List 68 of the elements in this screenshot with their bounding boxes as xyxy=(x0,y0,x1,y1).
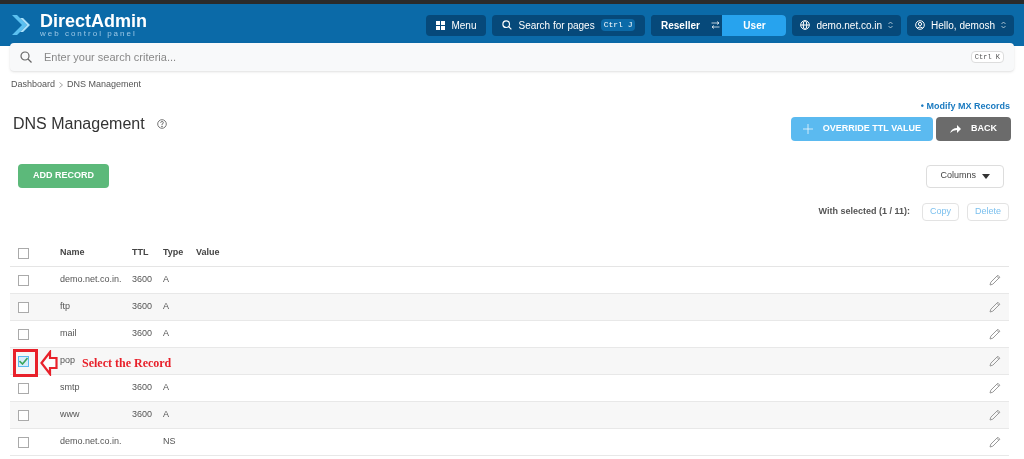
table-cell: pop xyxy=(60,355,76,366)
table-cell: 3600 xyxy=(132,301,153,312)
plus-icon xyxy=(802,124,813,134)
columns-button[interactable]: Columns xyxy=(926,164,1004,188)
search-icon xyxy=(502,20,513,30)
table-cell: demo.net.co.in. xyxy=(60,274,122,285)
table-cell: 3600 xyxy=(132,328,153,339)
table-cell: A xyxy=(163,409,169,420)
table-cell: smtp xyxy=(60,382,80,393)
annotation-text: Select the Record xyxy=(82,355,172,372)
table-cell: 3600 xyxy=(132,382,153,393)
logo-subtitle: web control panel xyxy=(40,30,138,38)
chevron-icon xyxy=(59,81,64,88)
user-icon xyxy=(915,20,926,30)
arrow-icon xyxy=(40,350,58,376)
table-cell: www xyxy=(60,409,80,420)
table-cell: 3600 xyxy=(132,409,153,420)
globe-icon xyxy=(800,20,811,30)
pencil-icon[interactable] xyxy=(989,382,1001,394)
pencil-icon[interactable] xyxy=(989,328,1001,340)
grid-icon xyxy=(436,20,446,30)
row-checkbox[interactable] xyxy=(18,247,29,259)
row-checkbox[interactable] xyxy=(18,355,29,367)
table-cell: NS xyxy=(163,436,176,447)
search-input[interactable]: Enter your search criteria... xyxy=(44,48,959,66)
column-header: Type xyxy=(163,246,185,260)
search-icon xyxy=(20,51,32,63)
table-cell: A xyxy=(163,382,169,393)
row-checkbox[interactable] xyxy=(18,301,29,313)
breadcrumb-link[interactable]: Dashboard xyxy=(11,78,56,92)
domain-selector[interactable]: demo.net.co.in xyxy=(792,14,902,36)
table-cell: 3600 xyxy=(132,274,153,285)
pencil-icon[interactable] xyxy=(989,355,1001,367)
pencil-icon[interactable] xyxy=(989,301,1001,313)
share-arrow-icon xyxy=(950,125,961,133)
table-cell: demo.net.co.in. xyxy=(60,436,122,447)
row-checkbox[interactable] xyxy=(18,328,29,340)
row-checkbox[interactable] xyxy=(18,409,29,421)
highlight-frame xyxy=(13,349,38,377)
table-cell: mail xyxy=(60,328,77,339)
column-header: Name xyxy=(60,246,86,260)
sort-icon xyxy=(1001,21,1006,29)
help-icon xyxy=(156,118,167,129)
menu-button[interactable]: Menu xyxy=(426,14,487,36)
row-checkbox[interactable] xyxy=(18,382,29,394)
page-search-button[interactable]: Search for pages Ctrl J xyxy=(492,14,646,36)
shortcut-key: Ctrl J xyxy=(600,19,636,31)
swap-icon xyxy=(711,21,721,29)
column-header: TTL xyxy=(132,246,150,260)
page-title: DNS Management xyxy=(13,113,145,134)
pencil-icon[interactable] xyxy=(989,409,1001,421)
breadcrumb-link[interactable]: DNS Management xyxy=(67,78,142,92)
table-cell: A xyxy=(163,301,169,312)
modify-mx-link[interactable]: • Modify MX Records xyxy=(920,99,1010,113)
logo-title: DirectAdmin xyxy=(40,12,147,30)
pencil-icon[interactable] xyxy=(989,274,1001,286)
with-selected-label: With selected (1 / 11): xyxy=(818,205,910,219)
pencil-icon[interactable] xyxy=(989,436,1001,448)
sort-icon xyxy=(888,21,894,29)
caret-icon xyxy=(982,173,990,179)
column-header: Value xyxy=(196,246,221,260)
table-cell: A xyxy=(163,328,169,339)
table-cell: A xyxy=(163,274,169,285)
table-cell: ftp xyxy=(60,301,70,312)
back-button[interactable]: BACK xyxy=(936,117,1011,141)
row-checkbox[interactable] xyxy=(18,436,29,448)
user-menu[interactable]: Hello, demosh xyxy=(907,14,1014,36)
row-checkbox[interactable] xyxy=(18,274,29,286)
